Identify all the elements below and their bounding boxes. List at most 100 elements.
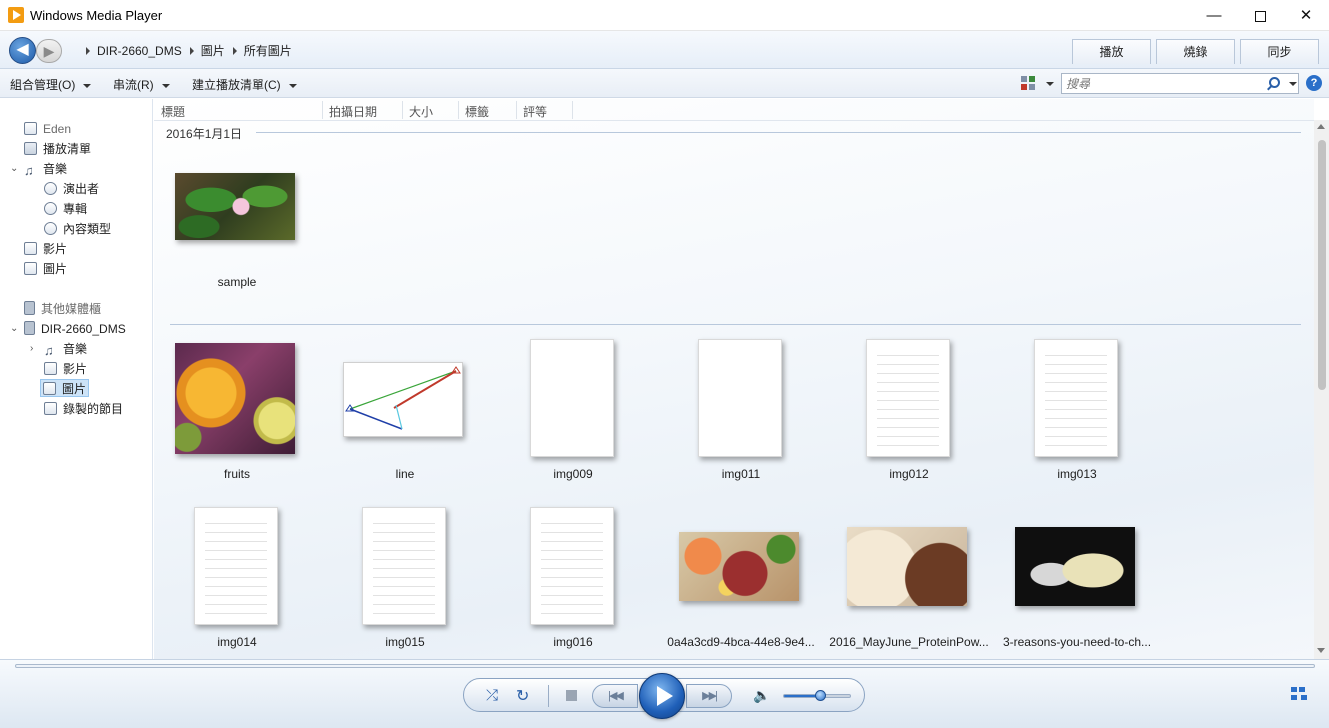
- picture-label: 3-reasons-you-need-to-ch...: [1002, 635, 1152, 649]
- organize-menu-label: 組合管理(O): [10, 78, 76, 92]
- sidebar-item-music[interactable]: ⌄ ♫ 音樂: [10, 160, 67, 178]
- play-button[interactable]: [639, 673, 685, 719]
- sidebar-item-pictures[interactable]: 圖片: [24, 260, 67, 278]
- picture-thumbnail[interactable]: [1015, 527, 1135, 606]
- breadcrumb-item[interactable]: 圖片: [201, 42, 225, 59]
- organize-menu[interactable]: 組合管理(O): [10, 76, 92, 93]
- picture-label: img009: [553, 467, 593, 481]
- expand-arrow-icon[interactable]: ⌄: [10, 320, 18, 338]
- music-icon: ♫: [44, 343, 54, 358]
- picture-thumbnail[interactable]: [530, 339, 614, 457]
- column-header-size[interactable]: 大小: [409, 103, 433, 120]
- picture-tile[interactable]: 2016_MayJune_ProteinPow...: [829, 503, 989, 653]
- collapse-arrow-icon[interactable]: ›: [30, 340, 33, 358]
- sidebar-item-album[interactable]: 專輯: [44, 200, 87, 218]
- chevron-down-icon: [288, 83, 297, 88]
- sidebar-item-dms-videos[interactable]: 影片: [44, 360, 87, 378]
- forward-button[interactable]: ▶: [36, 39, 62, 63]
- stream-menu-label: 串流(R): [113, 78, 154, 92]
- back-button[interactable]: ◀: [9, 37, 36, 64]
- breadcrumb-arrow-icon[interactable]: [232, 46, 237, 55]
- album-icon: [44, 202, 57, 215]
- picture-thumbnail[interactable]: [343, 362, 463, 437]
- vertical-scrollbar[interactable]: [1314, 120, 1329, 659]
- sidebar-item-artist[interactable]: 演出者: [44, 180, 99, 198]
- volume-slider-thumb[interactable]: [815, 690, 827, 701]
- breadcrumb-item[interactable]: 所有圖片: [244, 42, 292, 59]
- tab-play[interactable]: 播放: [1072, 39, 1151, 64]
- picture-tile[interactable]: img011: [661, 335, 821, 485]
- picture-label: img013: [1057, 467, 1097, 481]
- picture-thumbnail[interactable]: [194, 507, 278, 625]
- picture-tile[interactable]: fruits: [157, 335, 317, 485]
- breadcrumb-arrow-icon[interactable]: [189, 46, 194, 55]
- switch-to-now-playing-icon[interactable]: [1291, 687, 1307, 701]
- sidebar-item-playlists[interactable]: 播放清單: [24, 140, 91, 158]
- picture-tile[interactable]: sample: [157, 159, 317, 299]
- picture-thumbnail[interactable]: [175, 343, 295, 454]
- expand-arrow-icon[interactable]: ⌄: [10, 160, 18, 178]
- sidebar-item-other-libraries[interactable]: 其他媒體櫃: [24, 300, 101, 318]
- sidebar-item-dms-pictures[interactable]: 圖片: [40, 379, 90, 397]
- scroll-up-arrow-icon[interactable]: [1317, 124, 1325, 129]
- sidebar-item-dms-recorded-tv[interactable]: 錄製的節目: [44, 400, 123, 418]
- stream-menu[interactable]: 串流(R): [113, 76, 170, 93]
- media-player-app-icon: [8, 7, 24, 23]
- breadcrumb-item[interactable]: DIR-2660_DMS: [97, 44, 182, 58]
- column-header-rating[interactable]: 評等: [523, 103, 547, 120]
- close-button[interactable]: ✕: [1283, 0, 1329, 31]
- help-icon[interactable]: ?: [1306, 75, 1322, 91]
- scrollbar-thumb[interactable]: [1318, 140, 1326, 390]
- search-box: [1061, 73, 1299, 94]
- sidebar-item-genre[interactable]: 內容類型: [44, 220, 111, 238]
- previous-button[interactable]: |◀◀: [592, 684, 638, 708]
- picture-tile[interactable]: img015: [325, 503, 485, 653]
- search-input[interactable]: [1066, 76, 1266, 91]
- maximize-icon: [1254, 10, 1266, 22]
- picture-label: fruits: [223, 467, 250, 481]
- create-playlist-menu[interactable]: 建立播放清單(C): [192, 76, 297, 93]
- maximize-button[interactable]: [1237, 0, 1283, 31]
- picture-thumbnail[interactable]: [698, 339, 782, 457]
- view-options-icon[interactable]: [1021, 76, 1035, 90]
- next-button[interactable]: ▶▶|: [686, 684, 732, 708]
- shuffle-button[interactable]: ⤮: [486, 687, 498, 704]
- scroll-down-arrow-icon[interactable]: [1317, 648, 1325, 653]
- picture-tile[interactable]: 0a4a3cd9-4bca-44e8-9e4...: [661, 503, 821, 653]
- sidebar-item-dms[interactable]: ⌄ DIR-2660_DMS: [10, 320, 126, 338]
- column-header-title[interactable]: 標題: [161, 103, 185, 120]
- column-header-tags[interactable]: 標籤: [465, 103, 489, 120]
- column-header-date-taken[interactable]: 拍攝日期: [329, 103, 377, 120]
- sidebar-item-videos[interactable]: 影片: [24, 240, 67, 258]
- picture-thumbnail[interactable]: [1034, 339, 1118, 457]
- minimize-button[interactable]: —: [1191, 0, 1237, 31]
- picture-tile[interactable]: img009: [493, 335, 653, 485]
- picture-tile[interactable]: img012: [829, 335, 989, 485]
- mute-button[interactable]: 🔈: [753, 687, 770, 704]
- chevron-down-icon: [161, 83, 170, 88]
- picture-tile[interactable]: 3-reasons-you-need-to-ch...: [997, 503, 1157, 653]
- picture-tile[interactable]: img013: [997, 335, 1157, 485]
- picture-thumbnail[interactable]: [175, 173, 295, 240]
- group-heading[interactable]: 2016年1月1日: [166, 125, 242, 142]
- search-icon[interactable]: [1269, 77, 1280, 88]
- picture-tile[interactable]: img016: [493, 503, 653, 653]
- sidebar-item-dms-music[interactable]: › ♫ 音樂: [30, 340, 87, 358]
- picture-thumbnail[interactable]: [362, 507, 446, 625]
- seek-bar[interactable]: [15, 664, 1315, 668]
- picture-thumbnail[interactable]: [847, 527, 967, 606]
- picture-tile[interactable]: line: [325, 335, 485, 485]
- breadcrumb-arrow-icon[interactable]: [86, 46, 90, 55]
- picture-thumbnail[interactable]: [866, 339, 950, 457]
- stop-button[interactable]: [566, 690, 577, 701]
- repeat-button[interactable]: ↻: [516, 686, 529, 706]
- picture-thumbnail[interactable]: [530, 507, 614, 625]
- sidebar-item-library[interactable]: Eden: [24, 120, 71, 138]
- view-options-chevron-icon[interactable]: [1046, 82, 1054, 86]
- sidebar-item-label: 圖片: [43, 262, 68, 276]
- search-options-chevron-icon[interactable]: [1289, 82, 1297, 86]
- picture-thumbnail[interactable]: [679, 532, 799, 601]
- picture-tile[interactable]: img014: [157, 503, 317, 653]
- tab-burn[interactable]: 燒錄: [1156, 39, 1235, 64]
- tab-sync[interactable]: 同步: [1240, 39, 1319, 64]
